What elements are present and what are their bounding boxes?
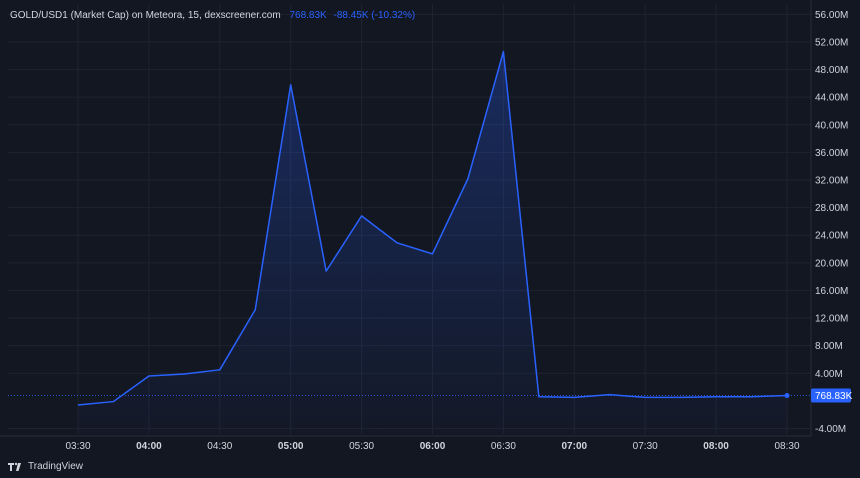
last-point-marker [784, 393, 790, 399]
y-tick-label: 56.00M [815, 10, 848, 21]
y-tick-label: 20.00M [815, 258, 848, 269]
y-tick-label: -4.00M [815, 424, 846, 435]
y-tick-label: 28.00M [815, 203, 848, 214]
x-tick-label: 06:30 [491, 441, 516, 452]
x-tick-label: 05:00 [278, 441, 304, 452]
tradingview-logo-icon [8, 462, 21, 471]
x-tick-label: 03:30 [65, 441, 90, 452]
x-tick-label: 06:00 [420, 441, 446, 452]
price-tag: 768.83K [815, 391, 853, 402]
x-tick-label: 04:00 [136, 441, 162, 452]
x-tick-label: 07:00 [562, 441, 588, 452]
x-tick-label: 08:30 [774, 441, 799, 452]
y-tick-label: 32.00M [815, 176, 848, 187]
x-tick-label: 05:30 [349, 441, 374, 452]
brand[interactable]: TradingView [8, 461, 83, 472]
y-tick-label: 40.00M [815, 120, 848, 131]
y-tick-label: 24.00M [815, 231, 848, 242]
x-tick-label: 07:30 [633, 441, 658, 452]
x-tick-label: 08:00 [703, 441, 729, 452]
y-tick-label: 12.00M [815, 314, 848, 325]
chart[interactable]: -4.00M 4.00M 8.00M 12.00M 16.00M 20.00M 24.00M… [0, 0, 860, 478]
area-layer [8, 50, 811, 435]
x-tick-label: 04:30 [207, 441, 232, 452]
brand-name: TradingView [28, 461, 84, 472]
price-change: -88.45K (-10.32%) [333, 10, 416, 21]
y-tick-label: 8.00M [815, 341, 843, 352]
last-value: 768.83K [289, 10, 327, 21]
y-tick-label: 36.00M [815, 148, 848, 159]
chart-header: GOLD/USD1 (Market Cap) on Meteora, 15, d… [10, 10, 415, 21]
y-tick-label: 52.00M [815, 37, 848, 48]
y-tick-label: 44.00M [815, 93, 848, 104]
y-tick-label: 48.00M [815, 65, 848, 76]
y-tick-label: 16.00M [815, 286, 848, 297]
chart-title: GOLD/USD1 (Market Cap) on Meteora, 15, d… [10, 10, 281, 21]
y-tick-label: 4.00M [815, 369, 843, 380]
